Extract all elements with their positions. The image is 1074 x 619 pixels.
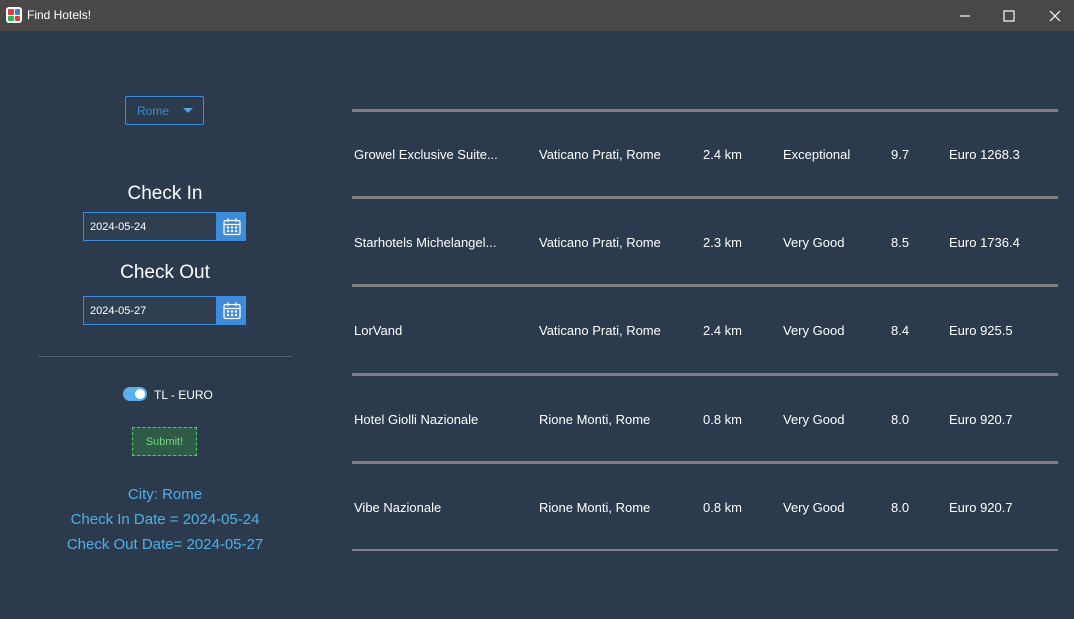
currency-toggle[interactable] — [123, 387, 147, 401]
hotel-location: Rione Monti, Rome — [539, 500, 651, 515]
city-dropdown-value: Rome — [137, 103, 170, 118]
check-in-calendar-button[interactable] — [217, 212, 246, 241]
hotel-rating: Very Good — [783, 235, 845, 250]
hotel-distance: 2.4 km — [703, 323, 743, 338]
summary-check-out: Check Out Date= 2024-05-27 — [66, 536, 264, 553]
hotel-location: Vaticano Prati, Rome — [539, 235, 661, 250]
hotel-row[interactable]: Hotel Giolli Nazionale Rione Monti, Rome… — [352, 405, 1058, 435]
hotel-name: Growel Exclusive Suite... — [354, 147, 498, 162]
hotel-rating: Exceptional — [783, 147, 851, 162]
row-separator — [352, 284, 1058, 287]
hotel-score: 8.0 — [891, 500, 910, 515]
check-out-date-field[interactable]: 2024-05-27 — [83, 296, 217, 325]
hotel-score: 8.4 — [891, 323, 910, 338]
hotel-distance: 2.3 km — [703, 235, 743, 250]
row-separator — [352, 109, 1058, 112]
hotel-distance: 0.8 km — [703, 500, 743, 515]
hotel-row[interactable]: Starhotels Michelangel... Vaticano Prati… — [352, 228, 1058, 258]
hotel-location: Vaticano Prati, Rome — [539, 323, 661, 338]
app-logo-icon — [6, 7, 22, 23]
hotel-rating: Very Good — [783, 500, 845, 515]
panel-divider — [38, 356, 292, 357]
hotel-score: 9.7 — [891, 147, 910, 162]
hotel-row[interactable]: Growel Exclusive Suite... Vaticano Prati… — [352, 140, 1058, 170]
check-in-label: Check In — [127, 183, 203, 204]
maximize-button[interactable] — [986, 0, 1032, 31]
row-separator — [352, 549, 1058, 551]
hotel-location: Vaticano Prati, Rome — [539, 147, 661, 162]
maximize-icon — [1003, 9, 1015, 22]
toggle-knob — [135, 389, 145, 399]
row-separator — [352, 461, 1058, 464]
hotel-distance: 0.8 km — [703, 412, 743, 427]
summary-city: City: Rome — [127, 486, 203, 503]
check-out-label: Check Out — [120, 262, 210, 283]
hotel-row[interactable]: LorVand Vaticano Prati, Rome 2.4 km Very… — [352, 316, 1058, 346]
calendar-icon — [222, 302, 241, 319]
hotel-score: 8.5 — [891, 235, 910, 250]
hotel-price: Euro 920.7 — [949, 412, 1013, 427]
hotel-price: Euro 920.7 — [949, 500, 1013, 515]
close-button[interactable] — [1032, 0, 1074, 31]
hotel-score: 8.0 — [891, 412, 910, 427]
hotel-location: Rione Monti, Rome — [539, 412, 651, 427]
hotel-name: Starhotels Michelangel... — [354, 235, 497, 250]
hotel-name: Vibe Nazionale — [354, 500, 442, 515]
hotel-rating: Very Good — [783, 323, 845, 338]
row-separator — [352, 196, 1058, 199]
hotel-name: LorVand — [354, 323, 403, 338]
minimize-button[interactable] — [942, 0, 988, 31]
hotel-name: Hotel Giolli Nazionale — [354, 412, 479, 427]
minimize-icon — [960, 14, 970, 17]
hotel-price: Euro 925.5 — [949, 323, 1013, 338]
hotel-price: Euro 1268.3 — [949, 147, 1020, 162]
hotel-price: Euro 1736.4 — [949, 235, 1020, 250]
title-bar: Find Hotels! — [0, 0, 1074, 31]
submit-button[interactable]: Submit! — [132, 427, 197, 456]
close-icon — [1049, 10, 1061, 21]
hotel-rating: Very Good — [783, 412, 845, 427]
summary-check-in: Check In Date = 2024-05-24 — [70, 511, 260, 528]
calendar-icon — [222, 218, 241, 235]
row-separator — [352, 373, 1058, 376]
currency-toggle-label: TL - EURO — [154, 388, 213, 402]
check-in-date-field[interactable]: 2024-05-24 — [83, 212, 217, 241]
hotel-row[interactable]: Vibe Nazionale Rione Monti, Rome 0.8 km … — [352, 493, 1058, 523]
chevron-down-icon — [183, 108, 193, 113]
check-out-calendar-button[interactable] — [217, 296, 246, 325]
window-title: Find Hotels! — [27, 8, 92, 22]
city-dropdown[interactable]: Rome — [125, 96, 204, 125]
hotel-distance: 2.4 km — [703, 147, 743, 162]
